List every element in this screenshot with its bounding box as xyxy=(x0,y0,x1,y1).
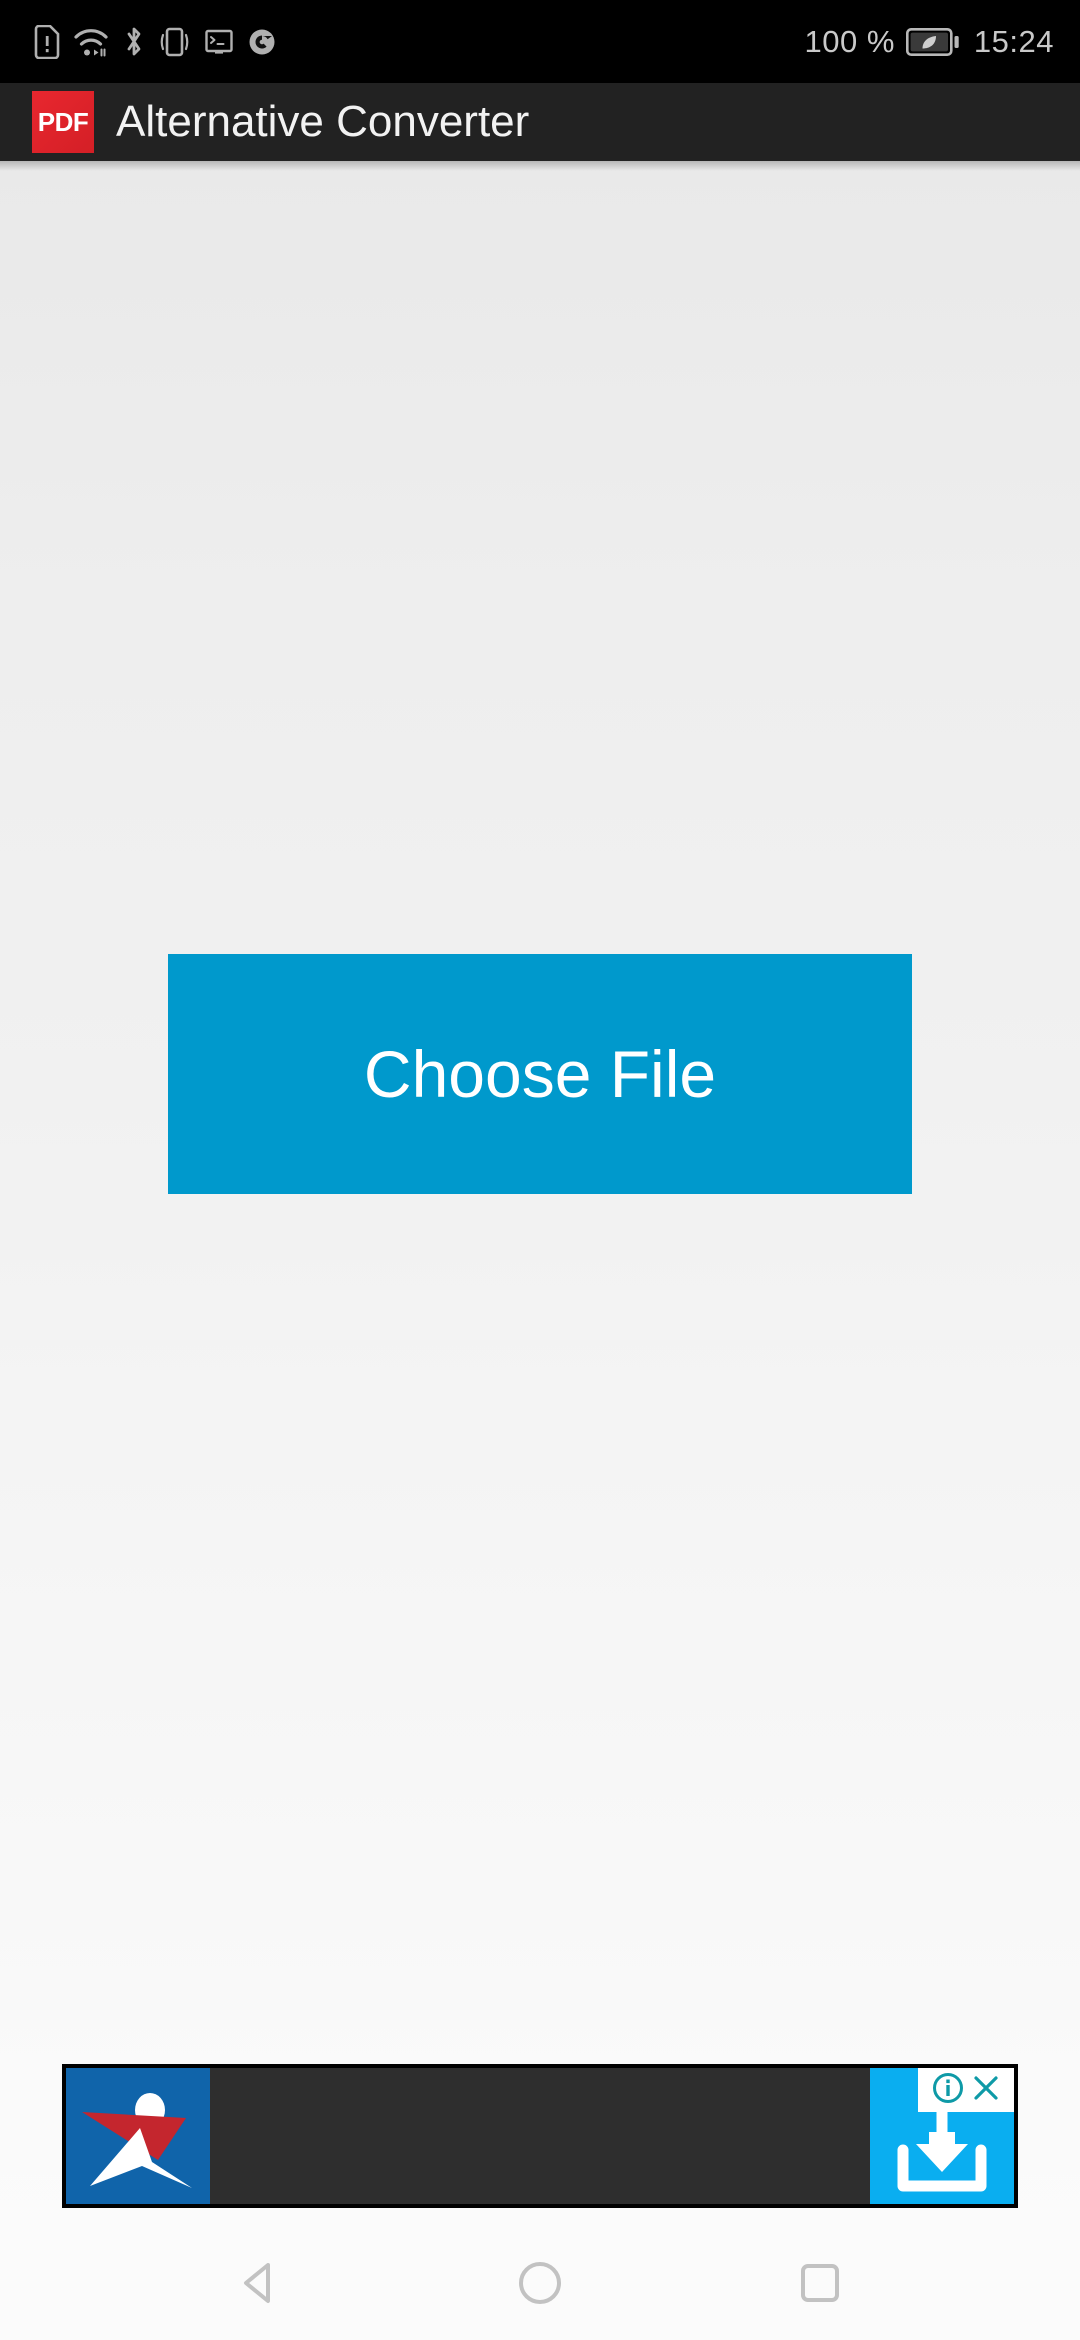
choose-file-button[interactable]: Choose File xyxy=(168,954,912,1194)
ad-install-cta[interactable] xyxy=(870,2068,1014,2204)
vibrate-icon xyxy=(159,25,191,59)
battery-power-saving-icon xyxy=(905,26,960,58)
page-title: Alternative Converter xyxy=(116,97,530,146)
main-content: Choose File xyxy=(0,161,1080,2230)
terminal-notification-icon xyxy=(204,25,234,59)
app-bar: PDF Alternative Converter xyxy=(0,83,1080,161)
status-bar: 100 % 15:24 xyxy=(0,0,1080,83)
status-bar-system-icons: 100 % 15:24 xyxy=(805,26,1054,58)
nav-recents-button[interactable] xyxy=(760,2230,880,2340)
battery-percent-label: 100 % xyxy=(804,24,895,59)
status-bar-notification-icons xyxy=(34,24,277,59)
home-circle-icon xyxy=(516,2259,564,2312)
bluetooth-icon xyxy=(122,25,146,59)
chrome-notification-icon xyxy=(247,25,277,59)
ad-choices-badge[interactable] xyxy=(918,2068,1014,2112)
ad-info-icon[interactable] xyxy=(931,2071,965,2110)
phone-screen: 100 % 15:24 PDF Alternative Converter Ch… xyxy=(0,0,1080,2340)
recents-square-icon xyxy=(798,2261,842,2310)
wifi-icon xyxy=(73,25,109,59)
back-triangle-icon xyxy=(238,2260,282,2311)
ad-close-icon[interactable] xyxy=(971,2073,1001,2108)
nav-back-button[interactable] xyxy=(200,2230,320,2340)
ad-creative-area[interactable] xyxy=(210,2068,870,2204)
system-navigation-bar xyxy=(0,2230,1080,2340)
nav-home-button[interactable] xyxy=(480,2230,600,2340)
sim-card-alert-icon xyxy=(34,24,60,59)
pdf-app-icon-label: PDF xyxy=(37,107,89,137)
status-bar-clock: 15:24 xyxy=(973,24,1054,59)
pdf-app-icon: PDF xyxy=(32,91,94,153)
advertiser-logo[interactable] xyxy=(66,2068,210,2204)
ad-banner[interactable] xyxy=(62,2064,1018,2208)
